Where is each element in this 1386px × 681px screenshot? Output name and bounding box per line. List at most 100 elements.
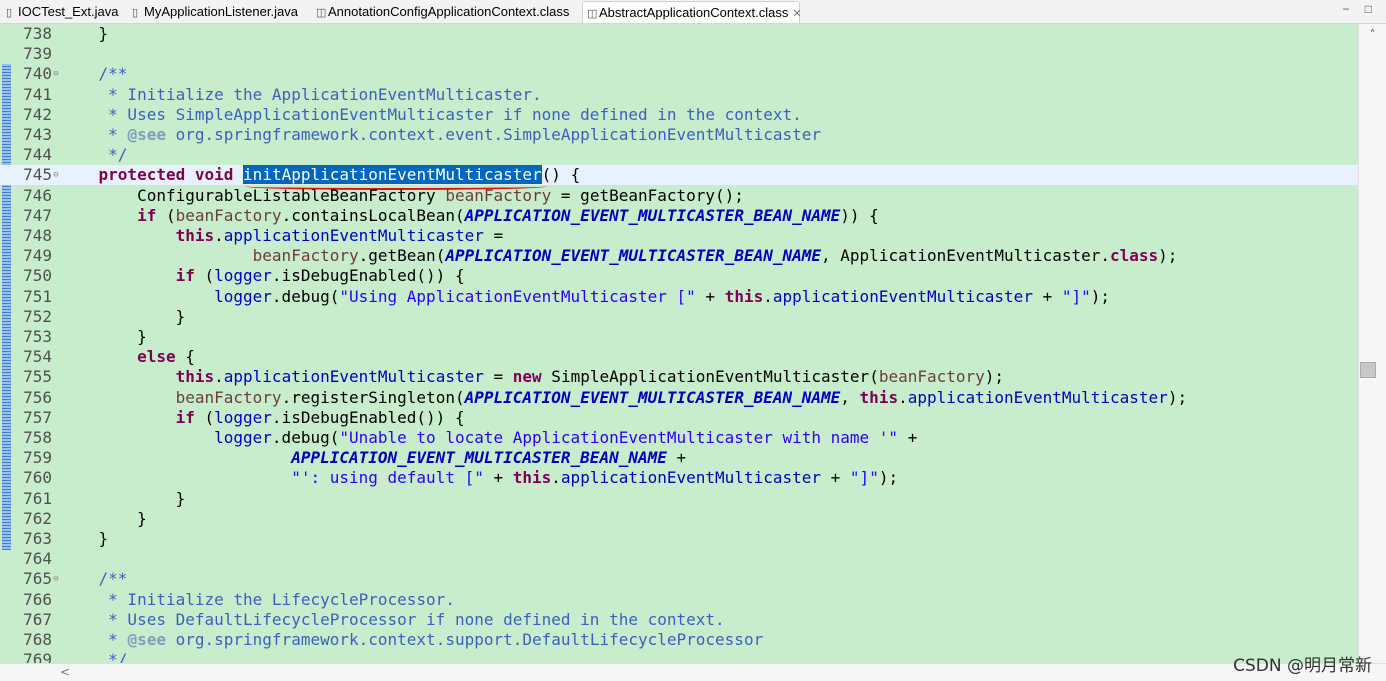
code-line[interactable]: 769 */: [0, 650, 1358, 663]
code-token: }: [60, 488, 186, 508]
code-token: =: [483, 226, 504, 245]
code-token: +: [821, 468, 850, 488]
code-line[interactable]: 748 this.applicationEventMulticaster =: [0, 226, 1358, 246]
code-token: applicationEventMulticaster: [223, 367, 484, 387]
code-token: );: [1090, 286, 1111, 306]
code-line[interactable]: 755 this.applicationEventMulticaster = n…: [0, 367, 1358, 387]
code-line[interactable]: 744 */: [0, 145, 1358, 165]
code-line[interactable]: 753 }: [0, 327, 1358, 347]
class-file-icon: ◫: [587, 8, 598, 20]
code-token: * Uses SimpleApplicationEventMulticaster…: [60, 104, 802, 124]
code-text: * Uses SimpleApplicationEventMulticaster…: [60, 105, 802, 125]
code-text: if (beanFactory.containsLocalBean(APPLIC…: [60, 206, 879, 226]
code-line[interactable]: 766 * Initialize the LifecycleProcessor.: [0, 590, 1358, 610]
code-text: * Uses DefaultLifecycleProcessor if none…: [60, 610, 725, 630]
code-line[interactable]: 749 beanFactory.getBean(APPLICATION_EVEN…: [0, 246, 1358, 266]
code-token: = getBeanFactory();: [551, 185, 744, 205]
code-token: .containsLocalBean(: [281, 205, 465, 225]
scroll-left-icon[interactable]: <: [60, 665, 70, 679]
code-line[interactable]: 740 ⊖ /**: [0, 64, 1358, 84]
code-token: applicationEventMulticaster: [560, 468, 822, 488]
code-token: beanFactory: [252, 246, 359, 266]
code-line[interactable]: 758 logger.debug("Unable to locate Appli…: [0, 428, 1358, 448]
code-line[interactable]: 751 logger.debug("Using ApplicationEvent…: [0, 287, 1358, 307]
code-line[interactable]: 762 }: [0, 509, 1358, 529]
code-token: @see: [127, 630, 166, 649]
code-line[interactable]: 764: [0, 549, 1358, 569]
selected-method-name[interactable]: initApplicationEventMulticaster: [243, 165, 542, 185]
code-line[interactable]: 739: [0, 44, 1358, 64]
horizontal-scrollbar[interactable]: <: [0, 663, 1386, 681]
code-token: .: [214, 226, 224, 245]
code-line[interactable]: 750 if (logger.isDebugEnabled()) {: [0, 266, 1358, 286]
scroll-thumb[interactable]: [1360, 362, 1376, 378]
code-line[interactable]: 763 }: [0, 529, 1358, 549]
code-token: this: [724, 286, 764, 306]
tab-abstractapplicationcontext-class[interactable]: ◫ AbstractApplicationContext.class ✕: [582, 1, 802, 23]
code-token: org.springframework.context.support.Defa…: [165, 630, 764, 649]
watermark: CSDN @明月常新: [1233, 656, 1372, 676]
code-token: (: [194, 407, 215, 427]
code-line[interactable]: 738 }: [0, 24, 1358, 44]
code-text: this.applicationEventMulticaster = new S…: [60, 367, 1004, 387]
code-line[interactable]: 768 * @see org.springframework.context.s…: [0, 630, 1358, 650]
line-number: 748: [23, 226, 52, 245]
code-token: ,: [840, 387, 860, 407]
fold-toggle-icon[interactable]: ⊖: [52, 165, 60, 185]
code-line[interactable]: 741 * Initialize the ApplicationEventMul…: [0, 85, 1358, 105]
code-line[interactable]: 759 APPLICATION_EVENT_MULTICASTER_BEAN_N…: [0, 448, 1358, 468]
line-number: 747: [23, 205, 52, 225]
code-token: .: [551, 468, 561, 488]
code-token: APPLICATION_EVENT_MULTICASTER_BEAN_NAME: [445, 246, 822, 266]
code-token: if: [175, 266, 195, 286]
code-token: APPLICATION_EVENT_MULTICASTER_BEAN_NAME: [291, 448, 667, 468]
code-text: beanFactory.registerSingleton(APPLICATIO…: [60, 388, 1187, 408]
code-line[interactable]: 760 "': using default [" + this.applicat…: [0, 468, 1358, 488]
line-number: 767: [23, 609, 52, 629]
tab-ioctest_ext-java[interactable]: ▯ IOCTest_Ext.java: [2, 1, 126, 23]
line-number: 751: [23, 286, 52, 306]
code-line[interactable]: 756 beanFactory.registerSingleton(APPLIC…: [0, 388, 1358, 408]
scroll-up-icon[interactable]: ˄: [1359, 28, 1386, 42]
code-text: protected void initApplicationEventMulti…: [60, 165, 580, 185]
fold-toggle-icon[interactable]: ⊖: [52, 64, 60, 84]
code-token: beanFactory: [175, 205, 282, 225]
code-token: void: [194, 165, 234, 185]
code-token: ConfigurableListableBeanFactory: [60, 185, 446, 205]
code-token: "': using default [": [291, 468, 484, 488]
tab-myapplicationlistener-java[interactable]: ▯ MyApplicationListener.java: [128, 1, 308, 23]
code-editor[interactable]: 738 } 739 740 ⊖ /** 741 * Initialize the App…: [0, 24, 1358, 663]
code-line[interactable]: 747 if (beanFactory.containsLocalBean(AP…: [0, 206, 1358, 226]
class-file-icon: ◫: [316, 7, 327, 19]
code-line[interactable]: 761 }: [0, 489, 1358, 509]
code-token: this: [512, 468, 552, 488]
code-line[interactable]: 743 * @see org.springframework.context.e…: [0, 125, 1358, 145]
tab-annotationconfigapplicationcontext-class[interactable]: ◫ AnnotationConfigApplicationContext.clas…: [312, 1, 578, 23]
code-token: * Initialize the ApplicationEventMultica…: [60, 84, 542, 104]
code-token: {: [175, 347, 195, 367]
code-token: }: [60, 24, 109, 43]
code-line[interactable]: 745 ⊖ protected void initApplicationEvent…: [0, 165, 1358, 186]
code-token: @see: [127, 125, 166, 144]
code-line[interactable]: 754 else {: [0, 347, 1358, 367]
vertical-scrollbar[interactable]: ˄: [1358, 24, 1386, 663]
code-line[interactable]: 767 * Uses DefaultLifecycleProcessor if …: [0, 610, 1358, 630]
close-tab-icon[interactable]: ✕: [792, 8, 801, 20]
line-number: 762: [23, 508, 52, 528]
window-controls[interactable]: − □: [1342, 2, 1378, 16]
code-line[interactable]: 742 * Uses SimpleApplicationEventMultica…: [0, 105, 1358, 125]
code-token: applicationEventMulticaster: [907, 387, 1168, 407]
code-line[interactable]: 752 }: [0, 307, 1358, 327]
code-line[interactable]: 746 ConfigurableListableBeanFactory bean…: [0, 186, 1358, 206]
code-line[interactable]: 765 ⊖ /**: [0, 569, 1358, 589]
code-line[interactable]: 757 if (logger.isDebugEnabled()) {: [0, 408, 1358, 428]
fold-toggle-icon[interactable]: ⊖: [52, 569, 60, 589]
code-token: logger: [214, 266, 272, 286]
line-number: 764: [23, 549, 52, 569]
code-token: (: [194, 266, 215, 286]
